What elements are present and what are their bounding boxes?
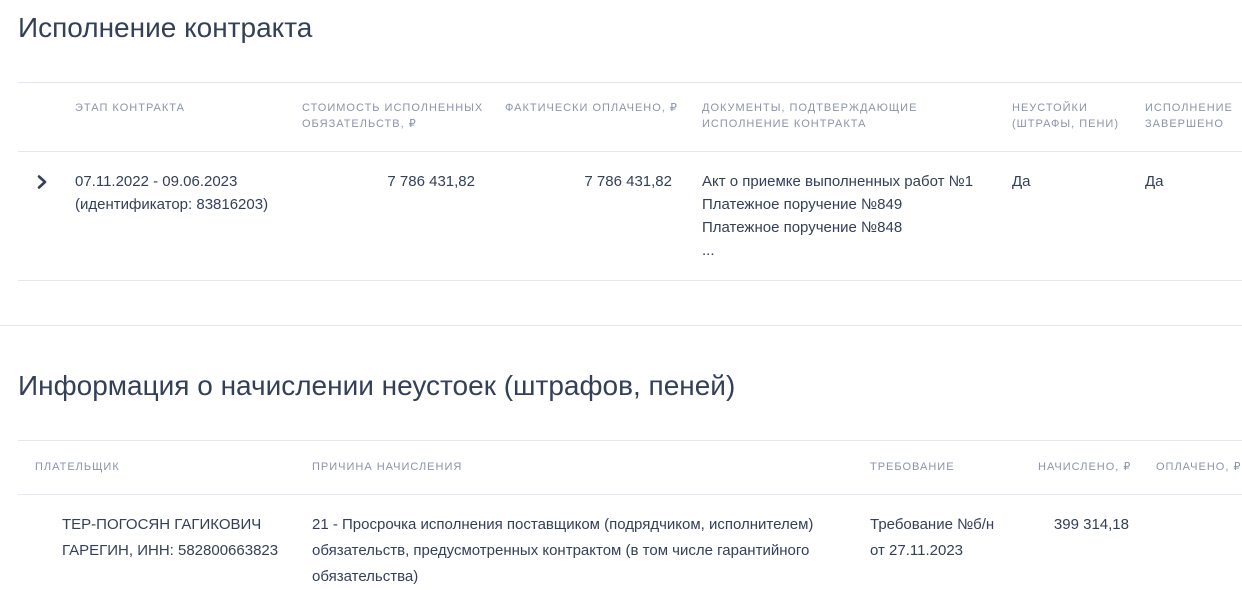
- header-penalties: НЕУСТОЙКИ (ШТРАФЫ, ПЕНИ): [1012, 102, 1120, 130]
- header-payer: ПЛАТЕЛЬЩИК: [35, 461, 120, 473]
- header-paid-penalty: ОПЛАЧЕНО, ₽: [1156, 461, 1242, 473]
- expand-row-button[interactable]: [32, 172, 52, 192]
- header-stage: ЭТАП КОНТРАКТА: [75, 102, 185, 114]
- completed-cell: Да: [1145, 173, 1164, 190]
- header-docs: ДОКУМЕНТЫ, ПОДТВЕРЖДАЮЩИЕ ИСПОЛНЕНИЕ КОН…: [702, 102, 918, 130]
- document-link[interactable]: Платежное поручение №848: [702, 216, 973, 239]
- header-paid: ФАКТИЧЕСКИ ОПЛАЧЕНО, ₽: [505, 102, 678, 114]
- more-documents-link[interactable]: ...: [702, 239, 973, 262]
- charged-cell: 399 314,18: [1053, 516, 1129, 533]
- header-reason: ПРИЧИНА НАЧИСЛЕНИЯ: [312, 461, 463, 473]
- header-completed: ИСПОЛНЕНИЕ ЗАВЕРШЕНО: [1145, 102, 1233, 130]
- section-divider: [0, 325, 1242, 326]
- header-charged: НАЧИСЛЕНО, ₽: [1038, 461, 1132, 473]
- reason-cell: 21 - Просрочка исполнения поставщиком (п…: [312, 516, 814, 585]
- header-demand: ТРЕБОВАНИЕ: [870, 461, 955, 473]
- header-divider: [18, 151, 1242, 152]
- penalties-info-title: Информация о начислении неустоек (штрафо…: [18, 370, 736, 401]
- document-link[interactable]: Платежное поручение №849: [702, 193, 973, 216]
- contract-execution-title: Исполнение контракта: [18, 12, 313, 43]
- cost-cell: 7 786 431,82: [387, 173, 475, 190]
- table-top-divider: [18, 440, 1242, 441]
- penalties-cell: Да: [1012, 173, 1031, 190]
- stage-cell: 07.11.2022 - 09.06.2023 (идентификатор: …: [75, 173, 269, 213]
- header-divider: [18, 494, 1242, 495]
- chevron-right-icon: [37, 175, 47, 189]
- demand-link[interactable]: Требование №б/н: [870, 512, 994, 538]
- document-link[interactable]: Акт о приемке выполненных работ №1: [702, 170, 973, 193]
- row-divider: [18, 280, 1242, 281]
- paid-cell: 7 786 431,82: [584, 173, 672, 190]
- payer-cell: ТЕР-ПОГОСЯН ГАГИКОВИЧ ГАРЕГИН, ИНН: 5828…: [62, 516, 279, 559]
- header-cost: СТОИМОСТЬ ИСПОЛНЕННЫХ ОБЯЗАТЕЛЬСТВ, ₽: [302, 102, 484, 130]
- documents-cell: Акт о приемке выполненных работ №1 Плате…: [702, 170, 973, 262]
- table-top-divider: [18, 82, 1242, 83]
- demand-cell: Требование №б/н от 27.11.2023: [870, 512, 994, 564]
